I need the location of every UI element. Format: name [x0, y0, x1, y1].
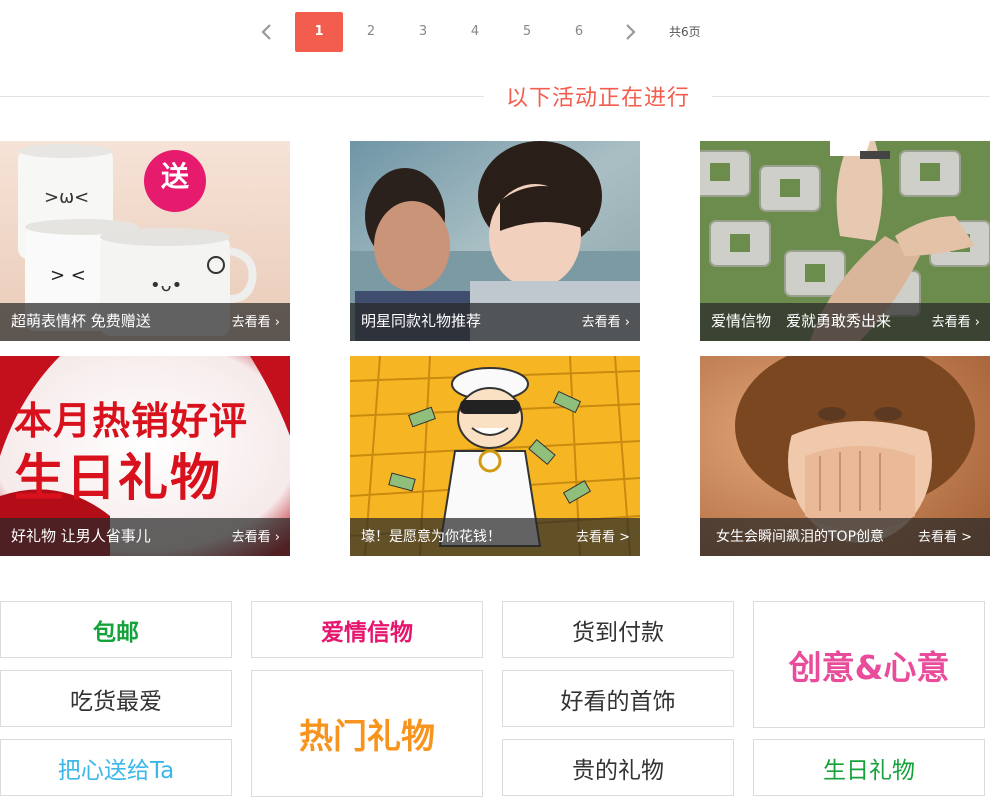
category-heart-for-you[interactable]: 把心送给Ta [0, 739, 232, 796]
promo-card-couple[interactable]: 明星同款礼物推荐 去看看 › [350, 141, 640, 341]
category-label: 货到付款 [572, 619, 664, 646]
promo-more-link[interactable]: 去看看 › [232, 311, 280, 330]
promo-more-link[interactable]: 去看看 › [932, 311, 980, 330]
category-label: 吃货最爱 [70, 688, 162, 715]
promo-caption: 爱情信物 爱就勇敢秀出来 [711, 312, 892, 330]
category-label: 爱情信物 [321, 619, 413, 646]
category-label: 热门礼物 [299, 717, 435, 757]
promo-more-link[interactable]: 去看看 › [232, 526, 280, 545]
category-love-token[interactable]: 爱情信物 [251, 601, 483, 658]
category-cash-on-delivery[interactable]: 货到付款 [502, 601, 734, 658]
page-1[interactable]: 1 [295, 12, 343, 52]
category-label: 贵的礼物 [572, 757, 664, 784]
section-title: 以下活动正在进行 [505, 86, 690, 111]
promo-card-hands[interactable]: 爱情信物 爱就勇敢秀出来 去看看 › [700, 141, 990, 341]
category-expensive[interactable]: 贵的礼物 [502, 739, 734, 796]
page-5[interactable]: 5 [503, 12, 551, 52]
category-label: 好看的首饰 [560, 688, 676, 715]
page-total: 共6页 [669, 25, 701, 39]
chevron-left-icon[interactable] [255, 20, 279, 44]
page-6[interactable]: 6 [555, 12, 603, 52]
svg-text:•ᴗ•: •ᴗ• [150, 275, 182, 296]
category-jewelry[interactable]: 好看的首饰 [502, 670, 734, 727]
promo-card-birthday[interactable]: 本月热销好评 生日礼物 好礼物 让男人省事儿 去看看 › [0, 356, 290, 556]
category-label: 生日礼物 [823, 757, 915, 784]
promo-card-girl[interactable]: 女生会瞬间飙泪的TOP创意 去看看 > [700, 356, 990, 556]
category-foodie[interactable]: 吃货最爱 [0, 670, 232, 727]
banner-line-1: 本月热销好评 [14, 399, 249, 443]
category-free-shipping[interactable]: 包邮 [0, 601, 232, 658]
promo-caption: 明星同款礼物推荐 [361, 312, 482, 330]
page-2[interactable]: 2 [347, 12, 395, 52]
promo-more-link[interactable]: 去看看 › [582, 311, 630, 330]
promo-caption: 好礼物 让男人省事儿 [11, 527, 151, 545]
category-creative[interactable]: 创意&心意 [753, 601, 985, 728]
category-hot-gifts[interactable]: 热门礼物 [251, 670, 483, 797]
page-4[interactable]: 4 [451, 12, 499, 52]
section-divider-left [0, 96, 484, 97]
promo-more-link[interactable]: 去看看 > [576, 526, 630, 545]
svg-text:> <: > < [50, 265, 86, 286]
category-label: 创意&心意 [788, 647, 950, 687]
promo-caption: 女生会瞬间飙泪的TOP创意 [716, 529, 885, 545]
section-divider-right [712, 96, 990, 97]
category-label: 把心送给Ta [57, 757, 175, 784]
promo-card-cups[interactable]: >ω< > < •ᴗ• 送 超萌表情杯 免费赠送 去看看 › [0, 141, 290, 341]
promo-more-link[interactable]: 去看看 > [918, 526, 972, 545]
banner-line-2: 生日礼物 [14, 449, 222, 507]
category-birthday[interactable]: 生日礼物 [753, 739, 985, 796]
category-label: 包邮 [93, 619, 139, 646]
promo-caption: 超萌表情杯 免费赠送 [11, 312, 151, 330]
promo-card-money[interactable]: 壕！是愿意为你花钱！ 去看看 > [350, 356, 640, 556]
chevron-right-icon[interactable] [618, 20, 642, 44]
promo-caption: 壕！是愿意为你花钱！ [361, 529, 501, 545]
page-3[interactable]: 3 [399, 12, 447, 52]
promo-badge: 送 [160, 160, 189, 193]
svg-text:>ω<: >ω< [44, 187, 89, 208]
